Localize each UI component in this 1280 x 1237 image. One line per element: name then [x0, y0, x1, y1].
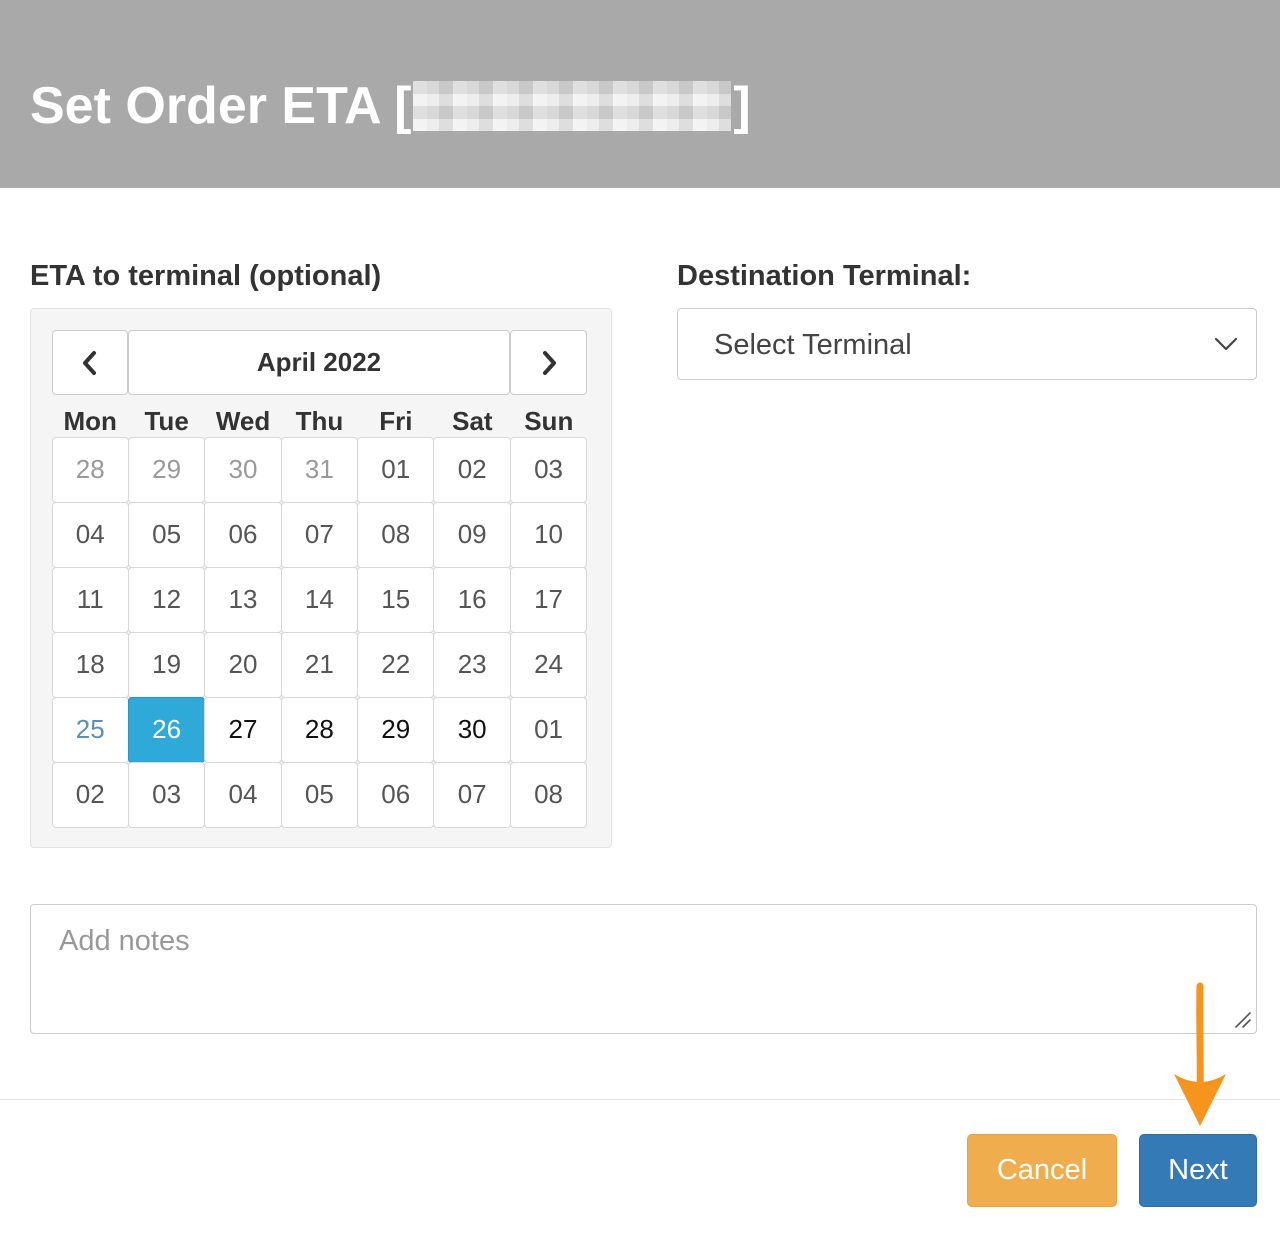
resize-handle-icon[interactable]: [1232, 1009, 1252, 1029]
calendar-day[interactable]: 06: [357, 761, 435, 828]
calendar-day[interactable]: 29: [127, 436, 206, 503]
month-title[interactable]: April 2022: [128, 330, 510, 395]
chevron-right-icon: [542, 350, 556, 375]
chevron-left-icon: [83, 350, 96, 375]
weekday-sun: Sun: [524, 406, 574, 436]
calendar-day[interactable]: 08: [509, 761, 588, 828]
notes-placeholder: Add notes: [59, 925, 190, 957]
calendar-day[interactable]: 31: [280, 436, 359, 503]
weekday-header: Mon Tue Wed Thu Fri Sat Sun: [52, 401, 587, 441]
destination-terminal-label: Destination Terminal:: [677, 260, 972, 292]
next-button[interactable]: Next: [1139, 1134, 1257, 1207]
calendar-day[interactable]: 08: [357, 501, 435, 568]
calendar-day[interactable]: 07: [433, 761, 511, 828]
next-month-button[interactable]: [510, 330, 587, 395]
calendar-day[interactable]: 15: [357, 566, 435, 633]
destination-terminal-select[interactable]: Select Terminal: [677, 308, 1257, 380]
calendar-day[interactable]: 07: [280, 501, 359, 568]
calendar-day[interactable]: 06: [204, 501, 282, 568]
weekday-mon: Mon: [63, 406, 117, 436]
modal-title-prefix: Set Order ETA [: [30, 77, 412, 135]
weekday-tue: Tue: [144, 406, 189, 436]
select-value: Select Terminal: [714, 329, 912, 361]
date-picker: April 2022 Mon Tue Wed Thu Fri Sat Sun 28 29 30 3…: [30, 308, 612, 848]
calendar-day[interactable]: 20: [204, 631, 282, 698]
calendar-day[interactable]: 02: [433, 436, 511, 503]
calendar-day[interactable]: 21: [280, 631, 359, 698]
calendar-day[interactable]: 28: [280, 696, 359, 763]
weekday-wed: Wed: [215, 406, 271, 436]
calendar-day[interactable]: 13: [204, 566, 282, 633]
modal-title-suffix: ]: [733, 77, 751, 135]
prev-month-button[interactable]: [52, 330, 128, 395]
weekday-sat: Sat: [452, 406, 493, 436]
calendar-day-selected[interactable]: 26: [127, 696, 206, 763]
weekday-thu: Thu: [295, 406, 344, 436]
calendar-day[interactable]: 29: [357, 696, 435, 763]
calendar-day[interactable]: 03: [509, 436, 588, 503]
calendar-day[interactable]: 12: [127, 566, 206, 633]
calendar-day[interactable]: 01: [509, 696, 588, 763]
calendar-day[interactable]: 14: [280, 566, 359, 633]
modal-header: Set Order ETA []: [0, 0, 1280, 188]
calendar-day[interactable]: 04: [204, 761, 282, 828]
calendar-day[interactable]: 30: [204, 436, 282, 503]
calendar-day[interactable]: 05: [280, 761, 359, 828]
calendar-day[interactable]: 23: [433, 631, 511, 698]
eta-label: ETA to terminal (optional): [30, 260, 382, 292]
cancel-button[interactable]: Cancel: [967, 1134, 1117, 1207]
calendar-day[interactable]: 24: [509, 631, 588, 698]
calendar-day[interactable]: 02: [51, 761, 129, 828]
calendar-day[interactable]: 10: [509, 501, 588, 568]
calendar-day[interactable]: 04: [51, 501, 129, 568]
calendar-day[interactable]: 03: [127, 761, 206, 828]
weekday-fri: Fri: [379, 406, 413, 436]
chevron-down-icon: [1214, 337, 1238, 351]
calendar-day[interactable]: 30: [433, 696, 511, 763]
calendar-day[interactable]: 01: [357, 436, 435, 503]
calendar-day[interactable]: 11: [51, 566, 129, 633]
calendar-day[interactable]: 22: [357, 631, 435, 698]
arrow-down-icon: [1174, 982, 1226, 1126]
redacted-order-id: [413, 81, 732, 131]
calendar-day[interactable]: 09: [433, 501, 511, 568]
calendar-day[interactable]: 28: [51, 436, 129, 503]
calendar-day[interactable]: 17: [509, 566, 588, 633]
calendar-day[interactable]: 25: [51, 696, 129, 763]
footer-divider: [0, 1099, 1280, 1100]
calendar-day[interactable]: 16: [433, 566, 511, 633]
notes-textarea[interactable]: Add notes: [30, 904, 1257, 1034]
calendar-day[interactable]: 19: [127, 631, 206, 698]
modal-title: Set Order ETA []: [30, 76, 751, 136]
calendar-day[interactable]: 05: [127, 501, 206, 568]
calendar-day[interactable]: 18: [51, 631, 129, 698]
days-grid: 28 29 30 31 01 02 03 04 05 06 07 08 09 10 11 12 13 14 15 16…: [51, 436, 588, 828]
calendar-day[interactable]: 27: [204, 696, 282, 763]
